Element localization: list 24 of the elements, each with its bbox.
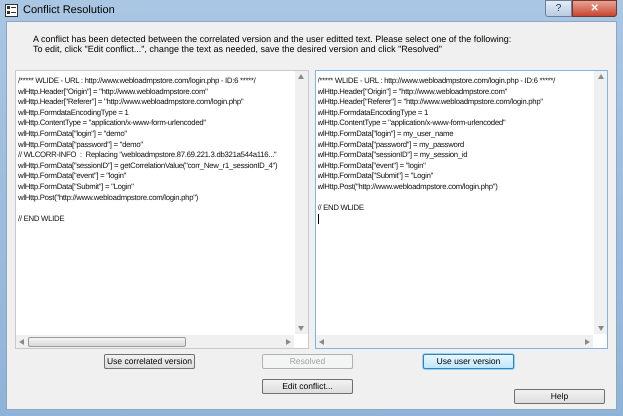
- scroll-right-icon[interactable]: [284, 338, 292, 346]
- version-button[interactable]: Use user version: [423, 354, 514, 369]
- vertical-scrollbar[interactable]: [294, 71, 308, 334]
- scroll-thumb[interactable]: [28, 336, 186, 346]
- app-icon: [5, 4, 18, 17]
- instruction-text: To edit, click "Edit conflict...", change the text as needed, save the desired version and click "Resolved": [33, 44, 443, 54]
- scroll-down-icon[interactable]: [297, 324, 305, 332]
- version-button[interactable]: Use correlated version: [104, 354, 195, 369]
- scroll-left-icon[interactable]: [18, 338, 26, 346]
- window-title: Conflict Resolution: [23, 3, 115, 18]
- instruction-text: A conflict has been detected between the correlated version and the user editted text. Please select one of the following:: [33, 34, 512, 44]
- scroll-up-icon[interactable]: [297, 73, 305, 81]
- horizontal-scrollbar[interactable]: [316, 335, 593, 348]
- edit-conflict-button[interactable]: Edit conflict...: [262, 379, 353, 394]
- help-dialog-button[interactable]: Help: [514, 389, 605, 404]
- scroll-right-icon[interactable]: [583, 338, 591, 346]
- code-editor[interactable]: [15, 70, 308, 349]
- help-button[interactable]: ?: [545, 0, 572, 17]
- scroll-up-icon[interactable]: [596, 73, 604, 81]
- horizontal-scrollbar[interactable]: [16, 335, 294, 348]
- scroll-down-icon[interactable]: [596, 324, 604, 332]
- vertical-scrollbar[interactable]: [594, 71, 607, 334]
- scroll-left-icon[interactable]: [318, 338, 326, 346]
- code-editor[interactable]: [314, 70, 608, 349]
